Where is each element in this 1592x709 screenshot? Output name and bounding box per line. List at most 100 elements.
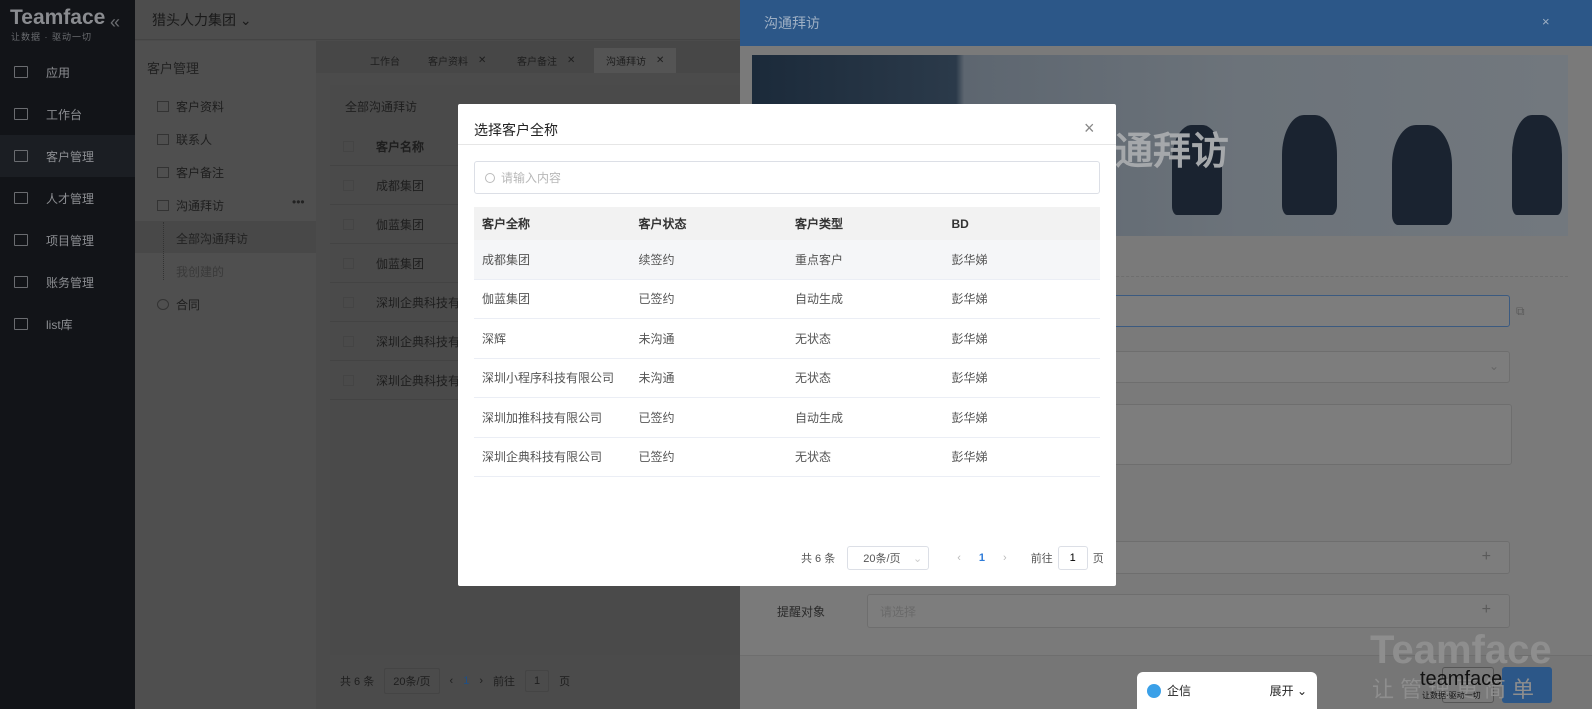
page-size-select[interactable]: 20条/页 bbox=[384, 668, 440, 694]
teamface-logo-slogan: 让数据·驱动一切 bbox=[1422, 691, 1481, 700]
close-icon[interactable]: ✕ bbox=[567, 55, 575, 66]
sidebar-item-finance[interactable]: 账务管理 bbox=[0, 261, 135, 303]
subnav-item-customer-info[interactable]: 客户资料 bbox=[157, 98, 224, 115]
users-icon bbox=[14, 150, 28, 162]
cell: 未沟通 bbox=[638, 371, 675, 386]
table-row[interactable]: 成都集团 续签约 重点客户 彭华娣 bbox=[474, 240, 1100, 280]
search-input[interactable] bbox=[501, 170, 1001, 185]
close-icon[interactable]: × bbox=[1084, 118, 1095, 139]
page-size-value: 20条/页 bbox=[863, 553, 901, 565]
row-checkbox[interactable] bbox=[343, 218, 354, 230]
talent-icon bbox=[14, 192, 28, 204]
column-header: 客户状态 bbox=[638, 217, 687, 231]
add-field[interactable]: + bbox=[1100, 541, 1510, 574]
modal-pagination: 共 6 条 20条/页 ⌄ ‹ 1 › 前往 页 bbox=[801, 546, 1104, 570]
tab-workbench[interactable]: 工作台 bbox=[358, 48, 412, 73]
next-page-icon[interactable]: › bbox=[1003, 552, 1007, 564]
sidebar-item-label: 客户管理 bbox=[46, 149, 95, 164]
customer-name-field[interactable] bbox=[1100, 295, 1510, 327]
drawer-close-icon[interactable]: × bbox=[1542, 14, 1550, 29]
tab-visits[interactable]: 沟通拜访 ✕ bbox=[594, 48, 677, 73]
company-switcher[interactable]: 猎头人力集团 ⌄ bbox=[152, 10, 252, 30]
subnav-item-contacts[interactable]: 联系人 bbox=[157, 131, 212, 148]
sidebar-item-customers[interactable]: 客户管理 bbox=[0, 135, 135, 177]
cell: 已签约 bbox=[638, 292, 675, 307]
subnav-child-mine[interactable]: 我创建的 bbox=[176, 263, 224, 280]
modal-title: 选择客户全称 bbox=[474, 122, 558, 138]
total-count: 共 6 条 bbox=[801, 553, 836, 565]
subnav-item-contract[interactable]: 合同 bbox=[157, 296, 200, 313]
tree-line bbox=[163, 222, 164, 280]
row-checkbox[interactable] bbox=[343, 257, 354, 269]
cell: 深圳企典科技有 bbox=[376, 295, 461, 310]
expand-label: 展开 bbox=[1269, 684, 1294, 698]
next-page-icon[interactable]: › bbox=[479, 675, 483, 687]
table-row[interactable]: 伽蓝集团 已签约 自动生成 彭华娣 bbox=[474, 280, 1100, 319]
select-customer-modal: 选择客户全称 × 客户全称 客户状态 客户类型 BD 成都集团续签约重点客户彭华娣 伽… bbox=[458, 104, 1116, 586]
cell: 深圳企典科技有限公司 bbox=[482, 450, 603, 465]
dashboard-icon bbox=[14, 108, 28, 120]
close-icon[interactable]: ✕ bbox=[656, 55, 664, 66]
sidebar-item-projects[interactable]: 项目管理 bbox=[0, 219, 135, 261]
row-checkbox[interactable] bbox=[343, 335, 354, 347]
sidebar-item-workbench[interactable]: 工作台 bbox=[0, 93, 135, 135]
prev-page-icon[interactable]: ‹ bbox=[450, 675, 454, 687]
sidebar-item-label: 项目管理 bbox=[46, 233, 95, 248]
subnav-label: 客户资料 bbox=[176, 100, 225, 114]
prev-page-icon[interactable]: ‹ bbox=[957, 552, 961, 564]
current-page[interactable]: 1 bbox=[463, 675, 469, 687]
remind-target-field[interactable]: 请选择 + bbox=[867, 594, 1510, 628]
subnav-label: 联系人 bbox=[176, 133, 213, 147]
goto-input[interactable]: 1 bbox=[525, 670, 550, 692]
total-count: 共 6 条 bbox=[340, 676, 375, 688]
more-options-icon[interactable]: ••• bbox=[292, 195, 305, 209]
plus-icon[interactable]: + bbox=[1482, 601, 1491, 619]
select-field[interactable]: ⌄ bbox=[1100, 351, 1510, 383]
column-header: 客户类型 bbox=[795, 217, 844, 231]
close-icon[interactable]: ✕ bbox=[478, 55, 486, 66]
row-checkbox[interactable] bbox=[343, 296, 354, 308]
current-page[interactable]: 1 bbox=[979, 552, 985, 564]
company-name: 猎头人力集团 bbox=[152, 12, 236, 28]
document-icon bbox=[157, 101, 169, 112]
user-note-icon bbox=[157, 167, 169, 178]
subnav-label: 沟通拜访 bbox=[176, 199, 225, 213]
collapse-sidebar-icon[interactable]: « bbox=[110, 12, 120, 33]
tab-customer-info[interactable]: 客户资料 ✕ bbox=[416, 48, 498, 73]
cell: 无状态 bbox=[795, 371, 832, 386]
qixin-widget[interactable]: 企信 展开 ⌄ bbox=[1137, 672, 1317, 709]
copy-icon[interactable]: ⧉ bbox=[1516, 304, 1525, 319]
page-unit: 页 bbox=[1092, 553, 1104, 565]
sidebar-item-apps[interactable]: 应用 bbox=[0, 51, 135, 93]
chevron-down-icon: ⌄ bbox=[239, 12, 252, 28]
row-checkbox[interactable] bbox=[343, 179, 354, 191]
table-row[interactable]: 深辉 未沟通 无状态 彭华娣 bbox=[474, 319, 1100, 359]
expand-button[interactable]: 展开 ⌄ bbox=[1270, 682, 1307, 699]
select-all-checkbox[interactable] bbox=[343, 140, 354, 152]
column-header: 客户名称 bbox=[376, 139, 425, 154]
sidebar-item-label: 工作台 bbox=[46, 107, 83, 122]
tab-customer-notes[interactable]: 客户备注 ✕ bbox=[505, 48, 587, 73]
sidebar-item-list[interactable]: list库 bbox=[0, 303, 135, 345]
plus-icon[interactable]: + bbox=[1482, 548, 1491, 566]
table-row[interactable]: 深圳小程序科技有限公司 未沟通 无状态 彭华娣 bbox=[474, 359, 1100, 398]
subnav-child-all-visits[interactable]: 全部沟通拜访 bbox=[176, 230, 248, 247]
column-header: 客户全称 bbox=[482, 217, 531, 231]
subnav-item-visits[interactable]: 沟通拜访 bbox=[157, 197, 224, 214]
remind-label: 提醒对象 bbox=[777, 605, 826, 619]
table-row[interactable]: 深圳企典科技有限公司 已签约 无状态 彭华娣 bbox=[474, 438, 1100, 477]
page-size-select[interactable]: 20条/页 ⌄ bbox=[847, 546, 930, 570]
cell: 伽蓝集团 bbox=[376, 217, 425, 232]
subnav-item-notes[interactable]: 客户备注 bbox=[157, 164, 224, 181]
sidebar-item-talent[interactable]: 人才管理 bbox=[0, 177, 135, 219]
table-row[interactable]: 深圳加推科技有限公司 已签约 自动生成 彭华娣 bbox=[474, 398, 1100, 438]
column-header: BD bbox=[951, 216, 969, 231]
divider bbox=[458, 144, 1116, 145]
cell: 彭华娣 bbox=[951, 371, 988, 386]
teamface-logo: teamface bbox=[1420, 668, 1503, 690]
cell: 深辉 bbox=[482, 331, 507, 346]
row-checkbox[interactable] bbox=[343, 374, 354, 386]
tab-label: 工作台 bbox=[370, 57, 400, 68]
textarea-field[interactable] bbox=[1100, 404, 1512, 465]
goto-input[interactable] bbox=[1057, 546, 1088, 570]
